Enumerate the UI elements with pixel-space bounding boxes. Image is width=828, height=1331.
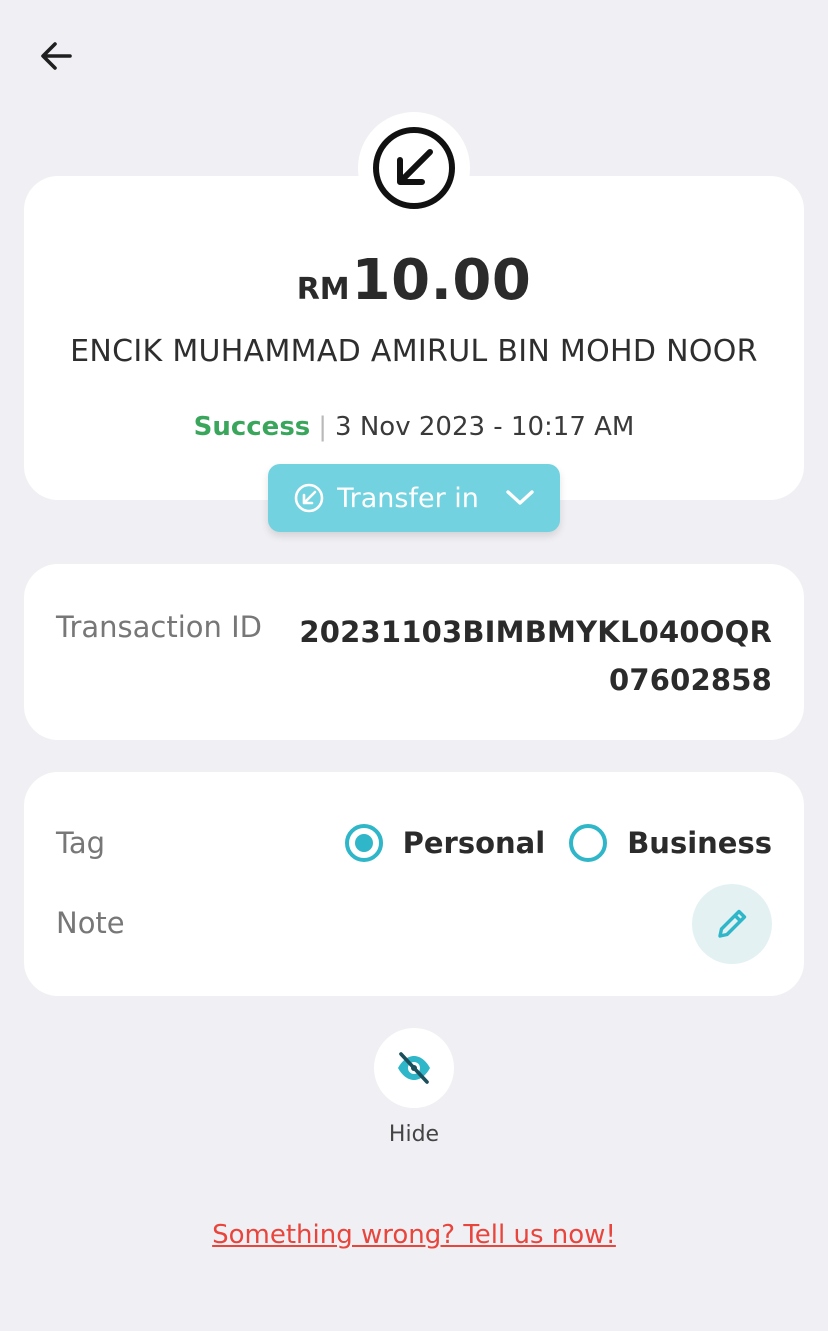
transaction-type-dropdown[interactable]: Transfer in bbox=[268, 464, 560, 532]
eye-off-icon bbox=[398, 1052, 430, 1084]
transaction-amount: RM10.00 bbox=[24, 248, 804, 313]
tag-option-business[interactable]: Business bbox=[569, 824, 772, 862]
tag-option-personal[interactable]: Personal bbox=[344, 824, 546, 862]
transaction-id-value: 20231103BIMBMYKL040OQR07602858 bbox=[299, 615, 772, 697]
arrow-left-icon bbox=[41, 42, 72, 70]
hide-label: Hide bbox=[388, 1122, 440, 1147]
transaction-detail-screen: RM10.00 ENCIK MUHAMMAD AMIRUL BIN MOHD N… bbox=[0, 0, 828, 1331]
tag-option-label: Business bbox=[627, 826, 772, 860]
status-badge: Success bbox=[193, 412, 311, 442]
transfer-in-icon bbox=[294, 483, 324, 513]
transaction-id-card: Transaction ID 20231103BIMBMYKL040OQR076… bbox=[24, 564, 804, 740]
tag-radio-group: Personal Business bbox=[344, 824, 772, 862]
transaction-datetime: 3 Nov 2023 - 10:17 AM bbox=[335, 412, 635, 442]
radio-unselected-icon bbox=[569, 824, 608, 862]
edit-note-button[interactable] bbox=[692, 884, 772, 964]
pencil-icon bbox=[718, 909, 747, 938]
currency-label: RM bbox=[296, 272, 350, 307]
transaction-type-label: Transfer in bbox=[337, 482, 479, 514]
tag-label: Tag bbox=[56, 826, 106, 860]
back-button[interactable] bbox=[26, 30, 86, 82]
tag-option-label: Personal bbox=[402, 826, 546, 860]
hide-transaction-button[interactable] bbox=[374, 1028, 454, 1108]
arrow-down-left-circle-icon bbox=[373, 127, 455, 209]
radio-selected-icon bbox=[344, 824, 383, 862]
note-label: Note bbox=[56, 906, 125, 940]
tag-note-card: Tag Personal Business Note bbox=[24, 772, 804, 996]
amount-value: 10.00 bbox=[351, 248, 532, 313]
status-line: Success | 3 Nov 2023 - 10:17 AM bbox=[24, 412, 804, 442]
transaction-summary-card: RM10.00 ENCIK MUHAMMAD AMIRUL BIN MOHD N… bbox=[24, 176, 804, 500]
chevron-down-icon bbox=[505, 488, 535, 508]
report-problem-link[interactable]: Something wrong? Tell us now! bbox=[0, 1220, 828, 1250]
payer-name: ENCIK MUHAMMAD AMIRUL BIN MOHD NOOR bbox=[70, 334, 758, 369]
status-divider: | bbox=[318, 412, 328, 442]
transaction-id-label: Transaction ID bbox=[56, 610, 263, 644]
transfer-direction-badge bbox=[358, 112, 470, 224]
